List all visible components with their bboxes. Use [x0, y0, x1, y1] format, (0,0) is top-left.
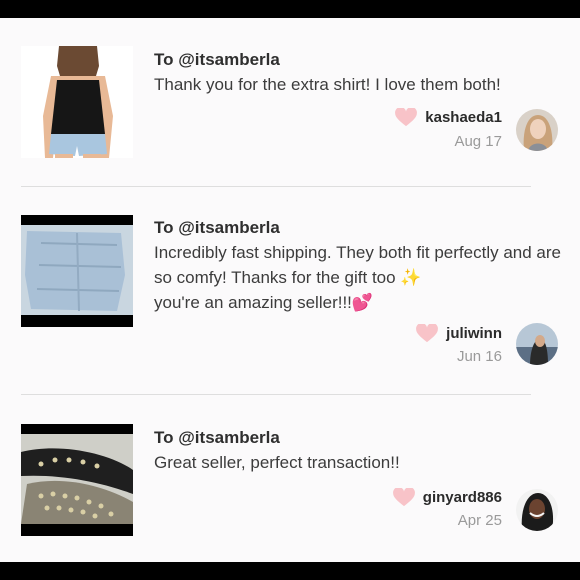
- reviewer-username[interactable]: juliwinn: [446, 325, 502, 342]
- reviews-panel: To @itsamberla Thank you for the extra s…: [0, 18, 580, 562]
- letterbox-bottom: [0, 562, 580, 580]
- listing-thumbnail[interactable]: [21, 424, 133, 536]
- reviewer-row: juliwinn: [416, 324, 502, 343]
- heart-icon[interactable]: [395, 108, 418, 127]
- review-date: Apr 25: [457, 512, 502, 529]
- recipient-handle[interactable]: To @itsamberla: [154, 428, 280, 448]
- review-date: Jun 16: [456, 348, 502, 365]
- review-message: Incredibly fast shipping. They both fit …: [154, 240, 564, 315]
- hearts-emoji: 💕: [351, 293, 374, 312]
- avatar[interactable]: [516, 323, 558, 365]
- recipient-handle[interactable]: To @itsamberla: [154, 218, 280, 238]
- reviewer-username[interactable]: kashaeda1: [425, 109, 502, 126]
- reviewer-row: kashaeda1: [395, 108, 502, 127]
- recipient-handle[interactable]: To @itsamberla: [154, 50, 280, 70]
- heart-icon[interactable]: [416, 324, 439, 343]
- review-message: Great seller, perfect transaction!!: [154, 453, 400, 472]
- review-message: Thank you for the extra shirt! I love th…: [154, 75, 501, 94]
- reviewer-username[interactable]: ginyard886: [423, 489, 502, 506]
- review-date: Aug 17: [454, 133, 502, 150]
- sparkle-emoji: ✨: [400, 268, 422, 287]
- reviewer-row: ginyard886: [392, 488, 502, 507]
- divider: [21, 186, 531, 187]
- avatar[interactable]: [516, 109, 558, 151]
- listing-thumbnail[interactable]: [21, 215, 133, 327]
- listing-thumbnail[interactable]: [21, 46, 133, 158]
- review-message-tail: you're an amazing seller!!!: [154, 293, 352, 312]
- heart-icon[interactable]: [392, 488, 415, 507]
- review-message-text: Incredibly fast shipping. They both fit …: [154, 243, 561, 287]
- divider: [21, 394, 531, 395]
- avatar[interactable]: [516, 489, 558, 531]
- letterbox-top: [0, 0, 580, 18]
